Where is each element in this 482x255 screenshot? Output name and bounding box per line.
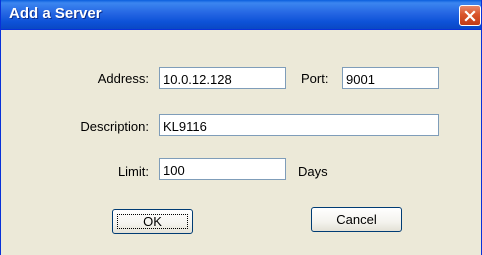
description-input[interactable] bbox=[159, 114, 439, 136]
address-label: Address: bbox=[97, 71, 149, 86]
title-bar[interactable]: Add a Server bbox=[1, 0, 481, 30]
ok-button-label: OK bbox=[143, 214, 162, 229]
close-button[interactable] bbox=[459, 5, 481, 26]
description-label: Description: bbox=[80, 119, 149, 134]
limit-unit-label: Days bbox=[298, 164, 328, 179]
cancel-button-label: Cancel bbox=[336, 212, 377, 227]
window-title: Add a Server bbox=[9, 5, 102, 22]
address-input[interactable] bbox=[159, 67, 286, 89]
add-server-dialog: Add a Server Address: Port: Description:… bbox=[0, 0, 482, 255]
close-icon bbox=[464, 9, 476, 22]
ok-button[interactable]: OK bbox=[112, 209, 193, 234]
cancel-button[interactable]: Cancel bbox=[311, 207, 402, 232]
limit-label: Limit: bbox=[117, 164, 149, 179]
port-input[interactable] bbox=[342, 67, 439, 89]
port-label: Port: bbox=[301, 71, 329, 86]
limit-input[interactable] bbox=[159, 158, 286, 180]
